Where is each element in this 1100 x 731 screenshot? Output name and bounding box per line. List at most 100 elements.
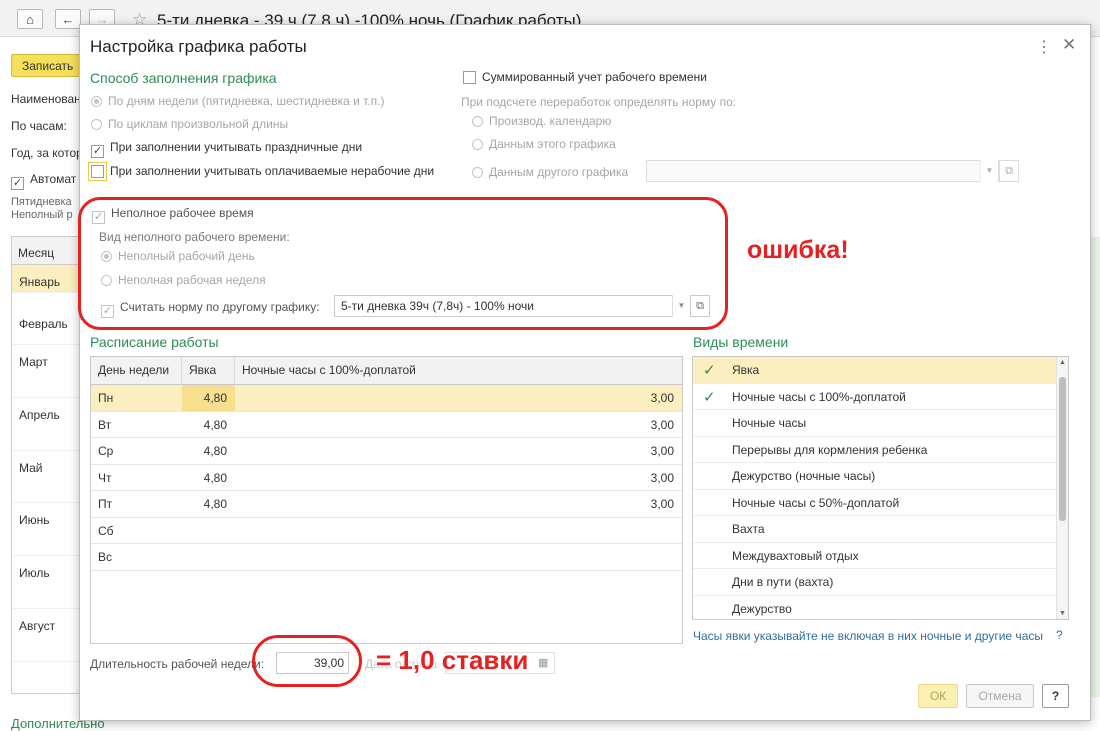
list-item[interactable]: Вахта <box>693 516 1068 543</box>
rate-annotation: = 1,0 ставки <box>376 645 529 675</box>
month-row[interactable]: Январь <box>12 265 85 293</box>
year-label: Год, за котор <box>11 146 83 160</box>
month-row[interactable]: Март <box>12 345 85 398</box>
help-button[interactable]: ? <box>1042 684 1069 708</box>
cell-yavka[interactable] <box>182 544 235 570</box>
list-item[interactable]: Дни в пути (вахта) <box>693 569 1068 596</box>
chevron-down-icon[interactable]: ▼ <box>980 160 998 182</box>
help-question-icon[interactable]: ? <box>1056 628 1063 642</box>
home-icon: ⌂ <box>26 12 34 27</box>
arrow-left-icon: ← <box>61 12 75 27</box>
list-item[interactable]: ✓ Ночные часы с 100%-доплатой <box>693 384 1068 410</box>
cell-night[interactable]: 3,00 <box>235 438 682 464</box>
cell-night[interactable] <box>235 544 682 570</box>
list-item[interactable]: Ночные часы <box>693 410 1068 437</box>
list-item-label: Вахта <box>732 522 765 536</box>
auto-checkbox[interactable]: ✓ Автомат <box>11 172 76 190</box>
check-icon: ✓ <box>703 388 716 406</box>
ok-button[interactable]: ОК <box>918 684 958 708</box>
checkbox-icon <box>463 71 476 84</box>
scroll-down-icon[interactable]: ▼ <box>1059 610 1066 617</box>
close-icon[interactable]: ✕ <box>1062 35 1076 55</box>
cell-day[interactable]: Вс <box>91 544 182 570</box>
time-types-title: Виды времени <box>693 334 789 350</box>
cell-day[interactable]: Пн <box>91 385 182 411</box>
radio-icon <box>472 167 483 178</box>
cell-night[interactable]: 3,00 <box>235 412 682 438</box>
other-schedule-select[interactable] <box>646 160 999 182</box>
cancel-button[interactable]: Отмена <box>966 684 1034 708</box>
months-table: Месяц Январь Февраль Март Апрель Май Июн… <box>11 236 86 694</box>
list-item-label: Дни в пути (вахта) <box>732 575 834 589</box>
cell-yavka[interactable]: 4,80 <box>182 438 235 464</box>
cell-day[interactable]: Пт <box>91 491 182 517</box>
cell-yavka[interactable]: 4,80 <box>182 412 235 438</box>
list-item-label: Ночные часы <box>732 416 807 430</box>
month-row[interactable]: Май <box>12 451 85 504</box>
radio-by-cycles[interactable]: По циклам произвольной длины <box>91 117 288 131</box>
cell-day[interactable]: Сб <box>91 518 182 544</box>
holidays-checkbox[interactable]: ✓ При заполнении учитывать праздничные дн… <box>91 140 362 158</box>
cell-yavka[interactable] <box>182 518 235 544</box>
month-row[interactable]: Июнь <box>12 503 85 557</box>
holidays-checkbox-label: При заполнении учитывать праздничные дни <box>110 140 363 154</box>
table-row[interactable]: Чт 4,80 3,00 <box>91 465 682 491</box>
cell-day[interactable]: Чт <box>91 465 182 491</box>
month-row[interactable]: Апрель <box>12 398 85 451</box>
table-row[interactable]: Вс <box>91 544 682 571</box>
list-item[interactable]: Дежурство <box>693 596 1068 620</box>
cell-night[interactable] <box>235 518 682 544</box>
more-menu-icon[interactable]: ⋮ <box>1036 37 1052 57</box>
scroll-thumb[interactable] <box>1059 377 1066 521</box>
cell-day[interactable]: Вт <box>91 412 182 438</box>
back-button[interactable]: ← <box>55 9 81 29</box>
column-header-yavka[interactable]: Явка <box>182 357 235 384</box>
table-row[interactable]: Вт 4,80 3,00 <box>91 412 682 438</box>
cell-yavka[interactable]: 4,80 <box>182 465 235 491</box>
summed-accounting-checkbox[interactable]: Суммированный учет рабочего времени <box>463 70 707 84</box>
table-row[interactable]: Пт 4,80 3,00 <box>91 491 682 518</box>
summary-line-1: Пятидневка <box>11 196 72 208</box>
scrollbar[interactable]: ▲ ▼ <box>1056 357 1068 619</box>
radio-other-schedule[interactable]: Данным другого графика <box>472 165 628 179</box>
checkbox-icon <box>88 162 107 181</box>
table-row[interactable]: Ср 4,80 3,00 <box>91 438 682 465</box>
month-column-header: Месяц <box>12 237 85 265</box>
scroll-up-icon[interactable]: ▲ <box>1059 359 1066 366</box>
column-header-night[interactable]: Ночные часы с 100%-доплатой <box>235 357 682 384</box>
open-form-icon[interactable]: ⧉ <box>999 160 1019 182</box>
radio-by-weekdays[interactable]: По дням недели (пятидневка, шестидневка … <box>91 94 385 108</box>
checkbox-checked-icon: ✓ <box>91 145 104 158</box>
list-item[interactable]: Междувахтовый отдых <box>693 543 1068 569</box>
table-row[interactable]: Пн 4,80 3,00 <box>91 385 682 412</box>
cell-night[interactable]: 3,00 <box>235 491 682 517</box>
list-item[interactable]: ✓ Явка <box>693 357 1068 384</box>
cell-yavka[interactable]: 4,80 <box>182 385 235 411</box>
month-row[interactable]: Июль <box>12 556 85 609</box>
list-item[interactable]: Перерывы для кормления ребенка <box>693 437 1068 463</box>
overtime-norm-note: При подсчете переработок определять норм… <box>461 95 737 109</box>
check-icon: ✓ <box>703 362 716 379</box>
list-item-label: Междувахтовый отдых <box>732 548 859 563</box>
table-row[interactable]: Сб <box>91 518 682 544</box>
list-item[interactable]: Дежурство (ночные часы) <box>693 463 1068 490</box>
cell-night[interactable]: 3,00 <box>235 385 682 411</box>
name-label: Наименован <box>11 92 81 106</box>
time-types-list: ✓ Явка ✓ Ночные часы с 100%-доплатой Ночны… <box>692 356 1069 620</box>
calendar-icon[interactable]: ▦ <box>538 656 548 669</box>
home-button[interactable]: ⌂ <box>17 9 43 29</box>
radio-this-schedule[interactable]: Данным этого графика <box>472 137 616 151</box>
list-item[interactable]: Ночные часы с 50%-доплатой <box>693 490 1068 516</box>
column-header-day[interactable]: День недели <box>91 357 182 384</box>
list-item-label: Перерывы для кормления ребенка <box>732 442 928 457</box>
cell-night[interactable]: 3,00 <box>235 465 682 491</box>
cell-day[interactable]: Ср <box>91 438 182 464</box>
dialog-title: Настройка графика работы <box>90 37 307 56</box>
month-row[interactable]: Август <box>12 609 85 662</box>
radio-production-calendar-label: Производ. календарю <box>489 114 612 128</box>
paid-nonworking-checkbox[interactable]: При заполнении учитывать оплачиваемые не… <box>88 162 434 181</box>
cell-yavka[interactable]: 4,80 <box>182 491 235 517</box>
list-item-label: Дежурство <box>732 601 792 616</box>
radio-production-calendar[interactable]: Производ. календарю <box>472 114 611 128</box>
month-row[interactable]: Февраль <box>12 293 85 345</box>
